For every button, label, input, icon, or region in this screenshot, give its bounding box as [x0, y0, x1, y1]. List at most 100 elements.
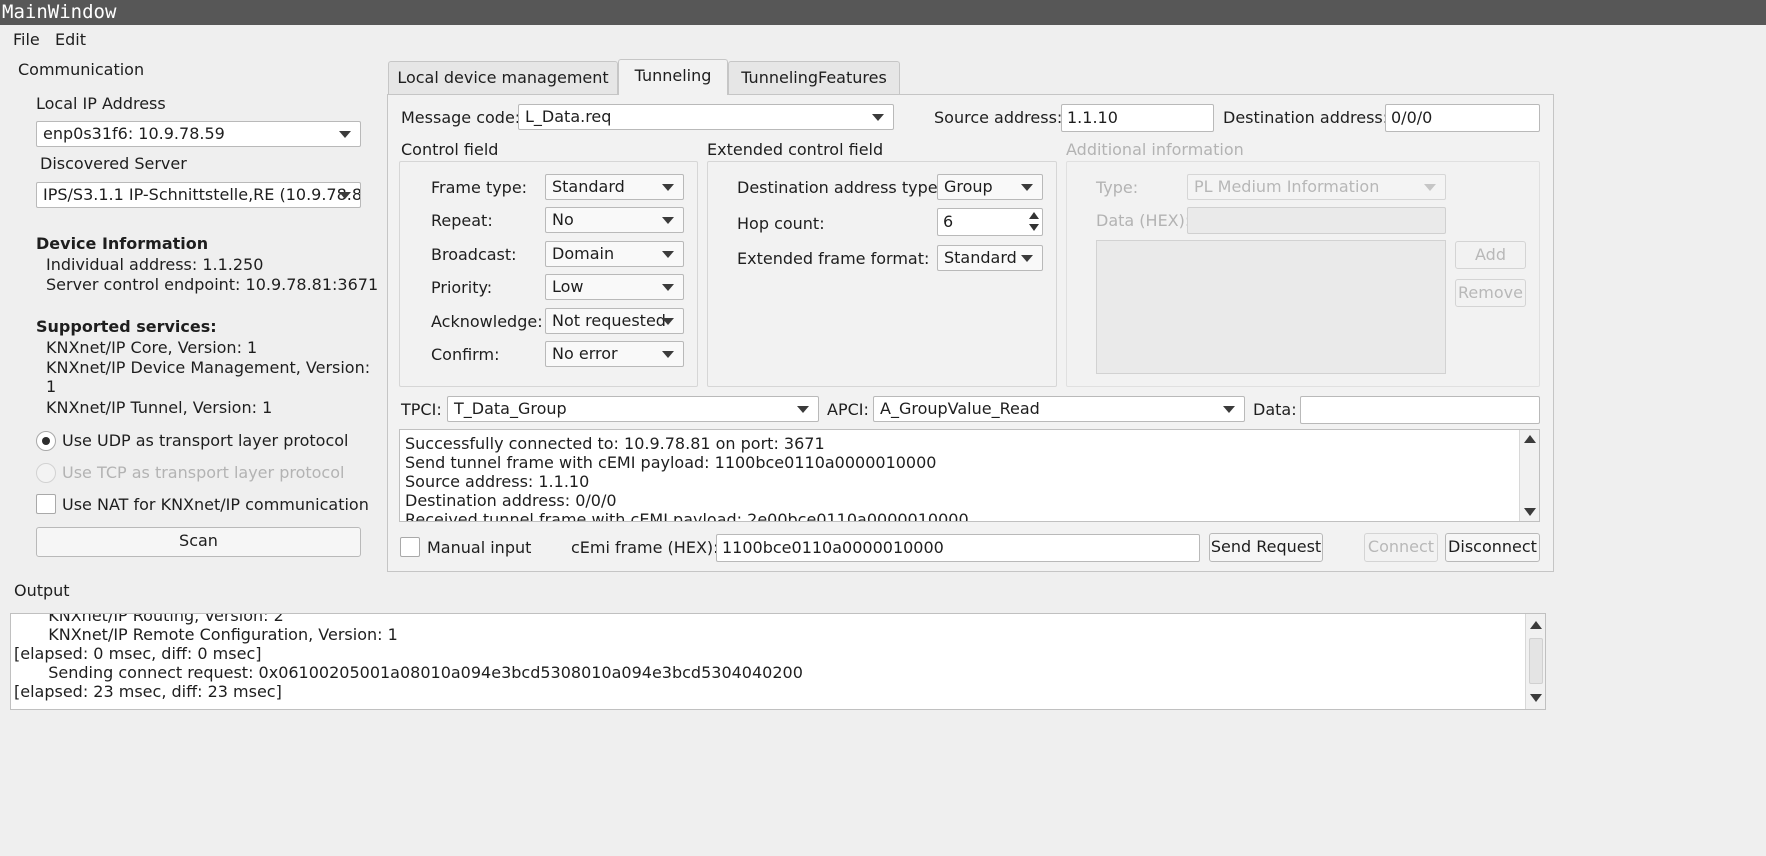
scrollbar-thumb[interactable]	[1529, 638, 1543, 684]
scroll-up-icon[interactable]	[1530, 621, 1542, 629]
extended-frame-label: Extended frame format:	[737, 249, 930, 268]
nat-label: Use NAT for KNXnet/IP communication	[62, 495, 369, 514]
discovered-server-value: IPS/S3.1.1 IP-Schnittstelle,RE (10.9.78.…	[43, 185, 361, 204]
send-request-button[interactable]: Send Request	[1209, 533, 1323, 562]
scroll-down-icon[interactable]	[1530, 694, 1542, 702]
scan-button[interactable]: Scan	[36, 527, 361, 557]
destination-type-value: Group	[944, 177, 993, 196]
local-ip-select[interactable]: enp0s31f6: 10.9.78.59	[36, 121, 361, 147]
menu-file[interactable]: File	[13, 28, 40, 52]
chevron-down-icon	[1021, 184, 1033, 191]
control-field-title: Control field	[401, 140, 499, 159]
menu-edit[interactable]: Edit	[55, 28, 86, 52]
scroll-up-icon[interactable]	[1524, 435, 1536, 443]
udp-radio[interactable]	[36, 431, 56, 451]
extended-frame-select[interactable]: Standard	[937, 245, 1043, 271]
chevron-down-icon	[662, 251, 674, 258]
hop-count-value: 6	[943, 212, 954, 231]
broadcast-value: Domain	[552, 244, 615, 263]
tcp-radio[interactable]	[36, 463, 56, 483]
apci-select[interactable]: A_GroupValue_Read	[873, 396, 1245, 422]
tab-tunneling-features[interactable]: TunnelingFeatures	[728, 61, 900, 95]
log-line: Send tunnel frame with cEMI payload: 110…	[405, 453, 937, 472]
chevron-down-icon	[339, 192, 351, 199]
output-line: KNXnet/IP Remote Configuration, Version:…	[33, 625, 398, 644]
repeat-value: No	[552, 210, 574, 229]
manual-input-checkbox[interactable]	[400, 537, 420, 557]
broadcast-select[interactable]: Domain	[545, 241, 684, 267]
cemi-input[interactable]: 1100bce0110a0000010000	[716, 534, 1200, 562]
tab-local-device-management[interactable]: Local device management	[388, 61, 618, 95]
remove-button[interactable]: Remove	[1455, 279, 1526, 307]
frame-type-label: Frame type:	[431, 178, 528, 197]
destination-address-input[interactable]: 0/0/0	[1385, 104, 1540, 132]
confirm-select[interactable]: No error	[545, 341, 684, 367]
repeat-select[interactable]: No	[545, 207, 684, 233]
chevron-down-icon	[662, 217, 674, 224]
output-scrollbar[interactable]	[1525, 614, 1545, 709]
chevron-down-icon	[1424, 184, 1436, 191]
tab-tunneling[interactable]: Tunneling	[618, 59, 728, 95]
destination-address-label: Destination address:	[1223, 108, 1389, 127]
chevron-down-icon	[662, 284, 674, 291]
chevron-down-icon	[1223, 406, 1235, 413]
service-item: KNXnet/IP Tunnel, Version: 1	[46, 398, 273, 417]
additional-data-input[interactable]	[1187, 207, 1446, 234]
local-ip-label: Local IP Address	[36, 94, 166, 113]
log-line: Destination address: 0/0/0	[405, 491, 617, 510]
cemi-label: cEmi frame (HEX):	[571, 538, 719, 557]
radio-dot	[42, 437, 50, 445]
tunnel-log[interactable]: Successfully connected to: 10.9.78.81 on…	[399, 429, 1540, 522]
udp-label: Use UDP as transport layer protocol	[62, 431, 349, 450]
chevron-down-icon	[662, 351, 674, 358]
priority-value: Low	[552, 277, 584, 296]
output-line: [elapsed: 23 msec, diff: 23 msec]	[14, 682, 282, 701]
extended-control-field-title: Extended control field	[707, 140, 884, 159]
message-code-value: L_Data.req	[525, 107, 612, 126]
broadcast-label: Broadcast:	[431, 245, 517, 264]
source-address-input[interactable]: 1.1.10	[1061, 104, 1214, 132]
apci-label: APCI:	[827, 400, 869, 419]
manual-input-label: Manual input	[427, 538, 532, 557]
additional-type-select[interactable]: PL Medium Information	[1187, 174, 1446, 200]
additional-info-list[interactable]	[1096, 240, 1446, 374]
individual-address: Individual address: 1.1.250	[46, 255, 264, 274]
additional-type-label: Type:	[1096, 178, 1139, 197]
priority-label: Priority:	[431, 278, 493, 297]
output-line: KNXnet/IP Routing, Version: 2	[33, 613, 284, 625]
connect-button[interactable]: Connect	[1364, 533, 1438, 562]
spin-down-icon[interactable]	[1029, 224, 1039, 231]
chevron-down-icon	[797, 406, 809, 413]
chevron-down-icon	[872, 114, 884, 121]
device-info-title: Device Information	[36, 234, 209, 253]
frame-type-select[interactable]: Standard	[545, 174, 684, 200]
local-ip-value: enp0s31f6: 10.9.78.59	[43, 124, 225, 143]
acknowledge-select[interactable]: Not requested	[545, 308, 684, 334]
tcp-label: Use TCP as transport layer protocol	[62, 463, 345, 482]
acknowledge-label: Acknowledge:	[431, 312, 543, 331]
confirm-label: Confirm:	[431, 345, 500, 364]
additional-info-title: Additional information	[1066, 140, 1244, 159]
tpci-select[interactable]: T_Data_Group	[447, 396, 819, 422]
destination-type-label: Destination address type:	[737, 178, 943, 197]
output-log[interactable]: KNXnet/IP Routing, Version: 2 KNXnet/IP …	[10, 613, 1546, 710]
chevron-down-icon	[339, 131, 351, 138]
message-code-label: Message code:	[401, 108, 521, 127]
apci-value: A_GroupValue_Read	[880, 399, 1040, 418]
priority-select[interactable]: Low	[545, 274, 684, 300]
log-scrollbar[interactable]	[1519, 430, 1539, 521]
destination-type-select[interactable]: Group	[937, 174, 1043, 200]
discovered-server-select[interactable]: IPS/S3.1.1 IP-Schnittstelle,RE (10.9.78.…	[36, 182, 361, 208]
scroll-down-icon[interactable]	[1524, 508, 1536, 516]
disconnect-button[interactable]: Disconnect	[1445, 533, 1540, 562]
chevron-down-icon	[662, 184, 674, 191]
extended-frame-value: Standard	[944, 248, 1017, 267]
data-input[interactable]	[1300, 396, 1540, 424]
spin-up-icon[interactable]	[1029, 212, 1039, 219]
add-button[interactable]: Add	[1455, 241, 1526, 269]
nat-checkbox[interactable]	[36, 494, 56, 514]
tpci-label: TPCI:	[401, 400, 442, 419]
hop-count-spinbox[interactable]: 6	[937, 208, 1043, 236]
output-title: Output	[14, 581, 70, 600]
message-code-select[interactable]: L_Data.req	[518, 104, 894, 130]
